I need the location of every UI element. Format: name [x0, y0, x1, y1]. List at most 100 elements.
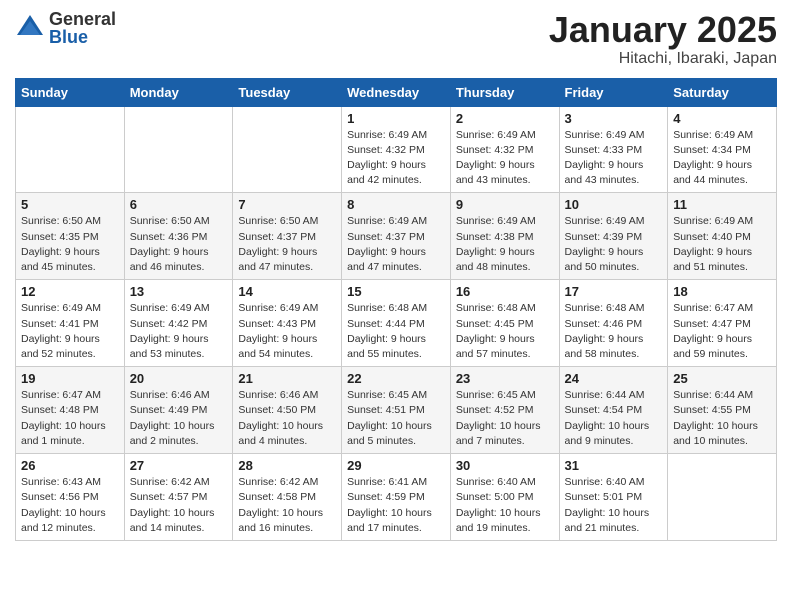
day-info: Sunrise: 6:49 AM Sunset: 4:34 PM Dayligh…	[673, 128, 771, 189]
day-info: Sunrise: 6:49 AM Sunset: 4:40 PM Dayligh…	[673, 214, 771, 275]
day-number: 8	[347, 197, 445, 212]
calendar-cell	[668, 454, 777, 541]
day-info: Sunrise: 6:41 AM Sunset: 4:59 PM Dayligh…	[347, 475, 445, 536]
logo-general-text: General	[49, 10, 116, 28]
day-info: Sunrise: 6:48 AM Sunset: 4:44 PM Dayligh…	[347, 301, 445, 362]
logo-blue-text: Blue	[49, 28, 116, 46]
day-info: Sunrise: 6:49 AM Sunset: 4:32 PM Dayligh…	[347, 128, 445, 189]
calendar-cell: 3Sunrise: 6:49 AM Sunset: 4:33 PM Daylig…	[559, 106, 668, 193]
calendar-subtitle: Hitachi, Ibaraki, Japan	[549, 50, 777, 68]
day-number: 18	[673, 284, 771, 299]
weekday-tuesday: Tuesday	[233, 78, 342, 106]
day-number: 15	[347, 284, 445, 299]
day-info: Sunrise: 6:49 AM Sunset: 4:37 PM Dayligh…	[347, 214, 445, 275]
day-number: 2	[456, 111, 554, 126]
logo-icon	[15, 13, 45, 43]
calendar-cell	[124, 106, 233, 193]
day-info: Sunrise: 6:49 AM Sunset: 4:42 PM Dayligh…	[130, 301, 228, 362]
calendar-cell: 15 Sunrise: 6:48 AM Sunset: 4:44 PM Dayli…	[342, 280, 451, 367]
calendar-cell	[16, 106, 125, 193]
title-block: January 2025 Hitachi, Ibaraki, Japan	[549, 10, 777, 68]
calendar-cell: 30 Sunrise: 6:40 AM Sunset: 5:00 PM Dayli…	[450, 454, 559, 541]
calendar-cell: 24 Sunrise: 6:44 AM Sunset: 4:54 PM Dayli…	[559, 367, 668, 454]
logo-text: General Blue	[49, 10, 116, 46]
calendar-title: January 2025	[549, 10, 777, 50]
day-info: Sunrise: 6:46 AM Sunset: 4:50 PM Dayligh…	[238, 388, 336, 449]
day-info: Sunrise: 6:45 AM Sunset: 4:51 PM Dayligh…	[347, 388, 445, 449]
day-number: 10	[565, 197, 663, 212]
calendar-cell: 4Sunrise: 6:49 AM Sunset: 4:34 PM Daylig…	[668, 106, 777, 193]
week-row-1: 1 Sunrise: 6:49 AM Sunset: 4:32 PM Daylig…	[16, 106, 777, 193]
day-number: 17	[565, 284, 663, 299]
day-info: Sunrise: 6:49 AM Sunset: 4:41 PM Dayligh…	[21, 301, 119, 362]
day-info: Sunrise: 6:50 AM Sunset: 4:36 PM Dayligh…	[130, 214, 228, 275]
week-row-4: 19 Sunrise: 6:47 AM Sunset: 4:48 PM Dayli…	[16, 367, 777, 454]
day-number: 29	[347, 458, 445, 473]
calendar-cell: 19 Sunrise: 6:47 AM Sunset: 4:48 PM Dayli…	[16, 367, 125, 454]
day-info: Sunrise: 6:40 AM Sunset: 5:00 PM Dayligh…	[456, 475, 554, 536]
day-number: 3	[565, 111, 663, 126]
day-number: 12	[21, 284, 119, 299]
calendar-cell: 7 Sunrise: 6:50 AM Sunset: 4:37 PM Daylig…	[233, 193, 342, 280]
day-number: 16	[456, 284, 554, 299]
day-number: 20	[130, 371, 228, 386]
day-number: 23	[456, 371, 554, 386]
week-row-2: 5 Sunrise: 6:50 AM Sunset: 4:35 PM Daylig…	[16, 193, 777, 280]
calendar-cell: 26Sunrise: 6:43 AM Sunset: 4:56 PM Dayli…	[16, 454, 125, 541]
week-row-5: 26Sunrise: 6:43 AM Sunset: 4:56 PM Dayli…	[16, 454, 777, 541]
day-info: Sunrise: 6:47 AM Sunset: 4:47 PM Dayligh…	[673, 301, 771, 362]
day-number: 30	[456, 458, 554, 473]
calendar-cell: 17 Sunrise: 6:48 AM Sunset: 4:46 PM Dayli…	[559, 280, 668, 367]
day-info: Sunrise: 6:50 AM Sunset: 4:37 PM Dayligh…	[238, 214, 336, 275]
weekday-saturday: Saturday	[668, 78, 777, 106]
day-info: Sunrise: 6:44 AM Sunset: 4:54 PM Dayligh…	[565, 388, 663, 449]
calendar-cell: 20Sunrise: 6:46 AM Sunset: 4:49 PM Dayli…	[124, 367, 233, 454]
calendar-cell: 10 Sunrise: 6:49 AM Sunset: 4:39 PM Dayli…	[559, 193, 668, 280]
weekday-thursday: Thursday	[450, 78, 559, 106]
day-number: 9	[456, 197, 554, 212]
calendar-cell: 16 Sunrise: 6:48 AM Sunset: 4:45 PM Dayli…	[450, 280, 559, 367]
day-number: 19	[21, 371, 119, 386]
calendar-cell: 13 Sunrise: 6:49 AM Sunset: 4:42 PM Dayli…	[124, 280, 233, 367]
calendar-cell: 11 Sunrise: 6:49 AM Sunset: 4:40 PM Dayli…	[668, 193, 777, 280]
day-number: 6	[130, 197, 228, 212]
day-number: 25	[673, 371, 771, 386]
day-info: Sunrise: 6:40 AM Sunset: 5:01 PM Dayligh…	[565, 475, 663, 536]
day-info: Sunrise: 6:49 AM Sunset: 4:43 PM Dayligh…	[238, 301, 336, 362]
day-number: 11	[673, 197, 771, 212]
page-container: General Blue January 2025 Hitachi, Ibara…	[0, 0, 792, 556]
day-number: 14	[238, 284, 336, 299]
day-number: 24	[565, 371, 663, 386]
weekday-wednesday: Wednesday	[342, 78, 451, 106]
day-info: Sunrise: 6:45 AM Sunset: 4:52 PM Dayligh…	[456, 388, 554, 449]
calendar-cell: 5 Sunrise: 6:50 AM Sunset: 4:35 PM Daylig…	[16, 193, 125, 280]
calendar-cell: 6 Sunrise: 6:50 AM Sunset: 4:36 PM Daylig…	[124, 193, 233, 280]
day-info: Sunrise: 6:48 AM Sunset: 4:45 PM Dayligh…	[456, 301, 554, 362]
day-info: Sunrise: 6:49 AM Sunset: 4:38 PM Dayligh…	[456, 214, 554, 275]
day-info: Sunrise: 6:47 AM Sunset: 4:48 PM Dayligh…	[21, 388, 119, 449]
day-number: 5	[21, 197, 119, 212]
logo: General Blue	[15, 10, 116, 46]
day-info: Sunrise: 6:49 AM Sunset: 4:39 PM Dayligh…	[565, 214, 663, 275]
day-info: Sunrise: 6:42 AM Sunset: 4:58 PM Dayligh…	[238, 475, 336, 536]
day-number: 28	[238, 458, 336, 473]
day-number: 1	[347, 111, 445, 126]
calendar-cell	[233, 106, 342, 193]
day-info: Sunrise: 6:48 AM Sunset: 4:46 PM Dayligh…	[565, 301, 663, 362]
calendar-cell: 28 Sunrise: 6:42 AM Sunset: 4:58 PM Dayli…	[233, 454, 342, 541]
day-number: 21	[238, 371, 336, 386]
day-info: Sunrise: 6:43 AM Sunset: 4:56 PM Dayligh…	[21, 475, 119, 536]
calendar-cell: 29 Sunrise: 6:41 AM Sunset: 4:59 PM Dayli…	[342, 454, 451, 541]
day-number: 31	[565, 458, 663, 473]
day-number: 22	[347, 371, 445, 386]
calendar-cell: 1 Sunrise: 6:49 AM Sunset: 4:32 PM Daylig…	[342, 106, 451, 193]
day-number: 13	[130, 284, 228, 299]
calendar-cell: 27Sunrise: 6:42 AM Sunset: 4:57 PM Dayli…	[124, 454, 233, 541]
calendar-cell: 2Sunrise: 6:49 AM Sunset: 4:32 PM Daylig…	[450, 106, 559, 193]
day-number: 7	[238, 197, 336, 212]
day-info: Sunrise: 6:44 AM Sunset: 4:55 PM Dayligh…	[673, 388, 771, 449]
day-info: Sunrise: 6:50 AM Sunset: 4:35 PM Dayligh…	[21, 214, 119, 275]
calendar-cell: 25 Sunrise: 6:44 AM Sunset: 4:55 PM Dayli…	[668, 367, 777, 454]
weekday-monday: Monday	[124, 78, 233, 106]
weekday-header-row: SundayMondayTuesdayWednesdayThursdayFrid…	[16, 78, 777, 106]
